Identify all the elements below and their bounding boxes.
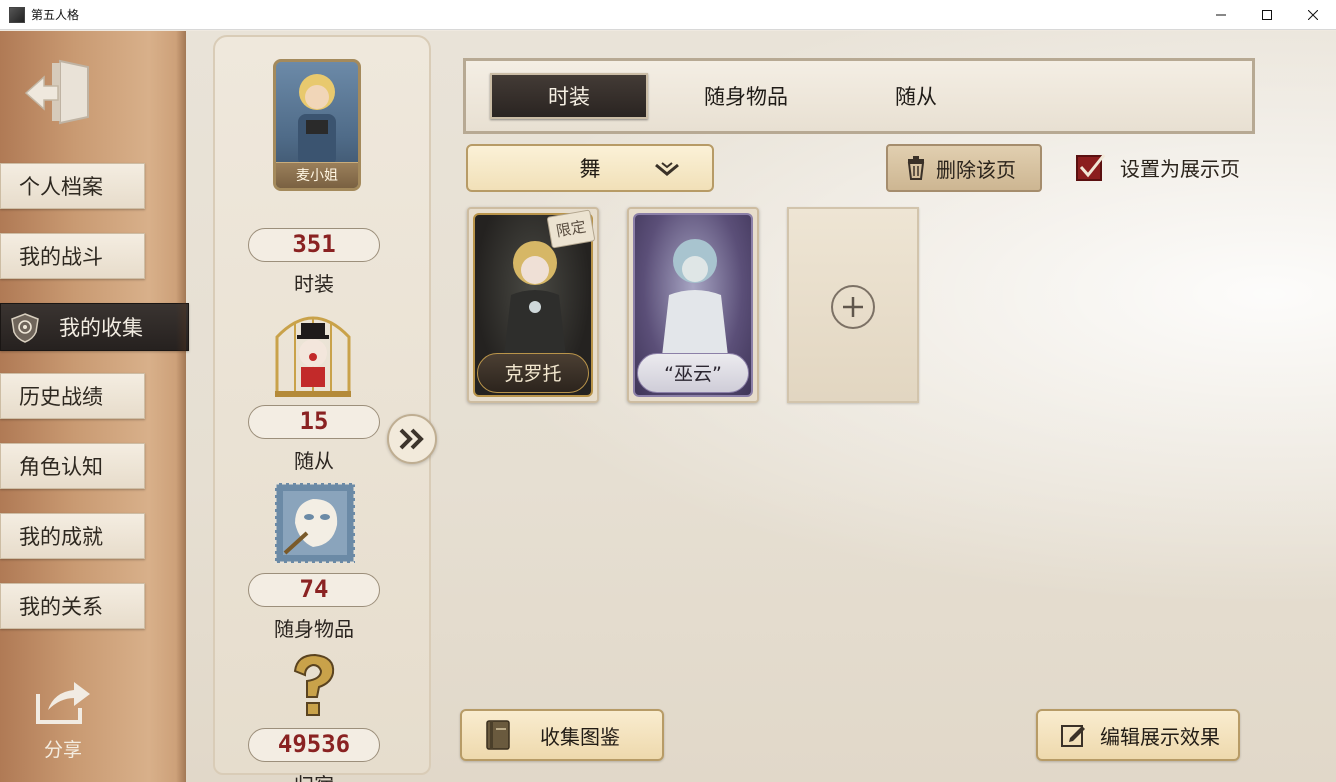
avatar-name: 麦小姐 [276, 162, 358, 188]
dropdown-selected-value: 舞 [579, 157, 601, 181]
costume-name: “巫云” [637, 353, 749, 393]
exit-door-icon [24, 59, 89, 125]
costume-card[interactable]: “巫云” [627, 207, 759, 403]
book-icon [486, 720, 510, 750]
category-dropdown[interactable]: 舞 [466, 144, 714, 192]
shield-crest-icon [11, 313, 39, 343]
collection-tabbar: 时装 随身物品 随从 [463, 58, 1255, 134]
tab-followers[interactable]: 随从 [846, 73, 986, 119]
share-label: 分享 [44, 739, 83, 761]
sidebar: 个人档案 我的战斗 我的收集 历史战绩 角色认知 我的成就 我的关系 分享 [0, 31, 189, 782]
follower-count: 15 [248, 405, 380, 439]
costume-label: 时装 [294, 272, 334, 296]
accessory-count: 74 [248, 573, 380, 607]
costume-card[interactable]: 限定 克罗托 [467, 207, 599, 403]
maximize-icon [1262, 10, 1272, 20]
sidebar-item-battles[interactable]: 我的战斗 [0, 233, 145, 279]
follower-label: 随从 [294, 449, 334, 473]
chevron-down-icon [655, 162, 679, 176]
share-icon [36, 682, 90, 724]
checkbox-checked-icon [1076, 154, 1106, 181]
residence-count: 49536 [248, 728, 380, 762]
window-controls [1198, 0, 1336, 30]
add-costume-slot[interactable] [787, 207, 919, 403]
sidebar-item-character-knowledge[interactable]: 角色认知 [0, 443, 145, 489]
sidebar-item-achievements[interactable]: 我的成就 [0, 513, 145, 559]
residence-label: 归宿 [215, 769, 413, 782]
minimize-icon [1216, 14, 1226, 16]
edit-showcase-button[interactable]: 编辑展示效果 [1036, 709, 1240, 761]
close-button[interactable] [1290, 0, 1336, 30]
minimize-button[interactable] [1198, 0, 1244, 30]
sidebar-item-history[interactable]: 历史战绩 [0, 373, 145, 419]
character-portrait [298, 74, 336, 166]
trash-icon [907, 156, 925, 180]
character-avatar[interactable]: 麦小姐 [273, 59, 361, 191]
sidebar-item-collection[interactable]: 我的收集 [0, 303, 189, 351]
app-icon [9, 6, 25, 23]
edit-icon [1061, 725, 1085, 747]
question-mark-icon [293, 653, 335, 716]
birdcage-clown-icon [275, 316, 351, 397]
costume-count: 351 [248, 228, 380, 262]
plus-icon [843, 297, 863, 317]
add-plus-button[interactable] [831, 285, 875, 329]
set-showcase-toggle[interactable]: 设置为展示页 [1074, 151, 1240, 183]
tab-accessories[interactable]: 随身物品 [666, 73, 826, 119]
window-title: 第五人格 [31, 8, 80, 22]
mask-stamp-icon [273, 481, 357, 565]
accessory-label: 随身物品 [274, 617, 354, 641]
game-screen: 个人档案 我的战斗 我的收集 历史战绩 角色认知 我的成就 我的关系 分享 麦小… [0, 31, 1336, 782]
exit-button[interactable] [22, 53, 94, 125]
stats-panel: 麦小姐 351 时装 15 随从 74 随身物品 49536 [213, 35, 431, 782]
sidebar-item-relationships[interactable]: 我的关系 [0, 583, 145, 629]
expand-arrow-button[interactable] [387, 414, 437, 464]
close-icon [1308, 10, 1318, 20]
collection-book-button[interactable]: 收集图鉴 [460, 709, 664, 761]
delete-page-button[interactable]: 删除该页 [886, 144, 1042, 192]
tab-costumes[interactable]: 时装 [490, 73, 648, 119]
window-titlebar: 第五人格 [0, 0, 1336, 30]
maximize-button[interactable] [1244, 0, 1290, 30]
sidebar-item-profile[interactable]: 个人档案 [0, 163, 145, 209]
double-chevron-right-icon [399, 428, 424, 450]
set-showcase-label: 设置为展示页 [1120, 156, 1240, 181]
costume-name: 克罗托 [477, 353, 589, 393]
